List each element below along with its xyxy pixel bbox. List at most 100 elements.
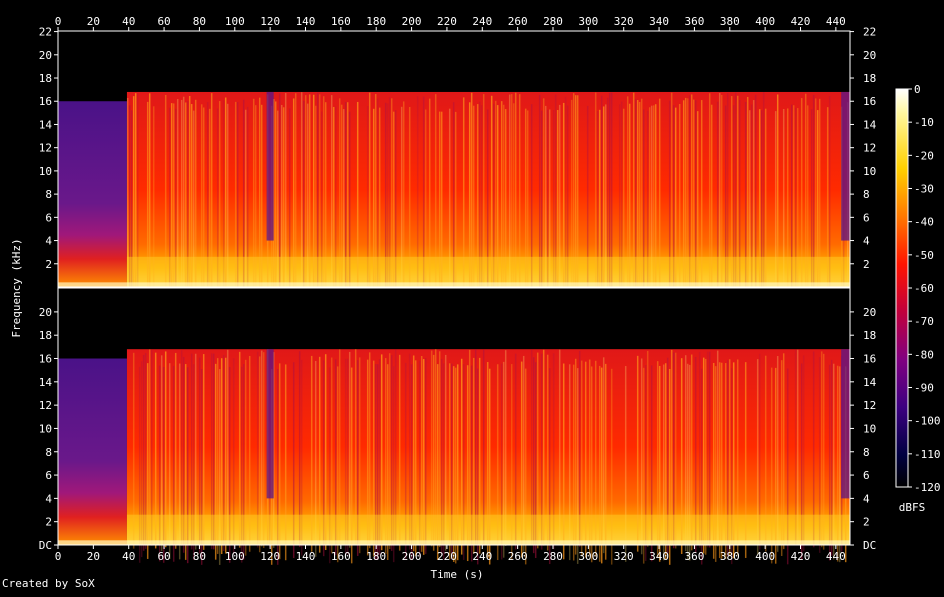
y-tick-label-right: 14	[863, 118, 877, 131]
quiet-dip	[266, 349, 274, 499]
y-tick-label-right: 12	[863, 142, 876, 155]
y-tick-label-right: 22	[863, 26, 876, 39]
y-tick-label-left: 10	[39, 422, 52, 435]
channel-panel-1	[57, 30, 851, 307]
x-tick-label-top: 280	[543, 15, 563, 28]
colorbar-tick-label: -30	[914, 183, 934, 196]
y-tick-label-left: 2	[45, 258, 52, 271]
x-axis-label: Time (s)	[431, 568, 484, 581]
colorbar-tick-label: -100	[914, 415, 941, 428]
x-tick-label-bottom: 100	[225, 550, 245, 563]
x-tick-label-bottom: 340	[649, 550, 669, 563]
x-tick-label-bottom: 300	[578, 550, 598, 563]
x-tick-label-bottom: 40	[122, 550, 135, 563]
x-tick-label-bottom: 400	[755, 550, 775, 563]
x-tick-label-bottom: 20	[87, 550, 100, 563]
x-tick-label-top: 340	[649, 15, 669, 28]
x-tick-label-bottom: 380	[720, 550, 740, 563]
colorbar-label: dBFS	[899, 501, 926, 514]
y-tick-label-left: 12	[39, 142, 52, 155]
x-tick-label-bottom: 280	[543, 550, 563, 563]
x-tick-label-top: 160	[331, 15, 351, 28]
y-tick-label-left: 14	[39, 376, 53, 389]
x-tick-label-top: 140	[296, 15, 316, 28]
x-tick-label-bottom: 200	[402, 550, 422, 563]
x-tick-label-top: 220	[437, 15, 457, 28]
energy-band-1	[58, 101, 127, 288]
y-tick-label-right: 14	[863, 376, 877, 389]
y-tick-label-left: 8	[45, 188, 52, 201]
x-tick-label-top: 300	[578, 15, 598, 28]
x-tick-label-bottom: 220	[437, 550, 457, 563]
y-tick-label-right: 18	[863, 329, 876, 342]
y-tick-label-right: 12	[863, 399, 876, 412]
colorbar-tick-label: -80	[914, 348, 934, 361]
x-tick-label-top: 40	[122, 15, 135, 28]
y-tick-label-right: DC	[863, 539, 876, 552]
x-tick-label-top: 20	[87, 15, 100, 28]
y-tick-label-right: 6	[863, 469, 870, 482]
y-tick-label-right: 16	[863, 95, 876, 108]
quiet-dip	[841, 349, 850, 499]
credit-text: Created by SoX	[2, 577, 95, 590]
spectrogram-svg: 0020204040606080801001001201201401401601…	[10, 15, 941, 581]
y-tick-label-left: 16	[39, 353, 52, 366]
x-tick-label-bottom: 260	[508, 550, 528, 563]
colorbar-tick-label: -110	[914, 448, 941, 461]
x-tick-label-top: 360	[684, 15, 704, 28]
y-tick-label-right: 8	[863, 188, 870, 201]
x-tick-label-bottom: 60	[157, 550, 170, 563]
y-tick-label-left: 20	[39, 49, 52, 62]
y-tick-label-left: 18	[39, 72, 52, 85]
colorbar-tick-label: -20	[914, 149, 934, 162]
x-tick-label-bottom: 120	[260, 550, 280, 563]
colorbar-tick-label: -120	[914, 481, 941, 494]
x-tick-label-top: 240	[472, 15, 492, 28]
spectrogram-chart: 0 0 20 20 40 40 60 60 80 80 100 100 120 120 140 140 160 1…	[0, 0, 944, 593]
x-tick-label-bottom: 140	[296, 550, 316, 563]
y-tick-label-right: 6	[863, 211, 870, 224]
y-tick-label-right: 10	[863, 165, 876, 178]
y-tick-label-right: 4	[863, 492, 870, 505]
y-axis-label: Frequency (kHz)	[10, 238, 23, 337]
channel-panel-2	[57, 287, 851, 565]
colorbar-gradient	[895, 88, 909, 488]
y-tick-label-left: 20	[39, 306, 52, 319]
x-tick-label-bottom: 0	[55, 550, 62, 563]
colorbar-tick-label: -70	[914, 315, 934, 328]
y-tick-label-left: 22	[39, 26, 52, 39]
x-tick-label-bottom: 420	[791, 550, 811, 563]
y-tick-label-right: 20	[863, 306, 876, 319]
colorbar-tick-label: 0	[914, 83, 921, 96]
y-tick-label-right: 4	[863, 235, 870, 248]
x-tick-label-top: 440	[826, 15, 846, 28]
y-tick-label-right: 2	[863, 258, 870, 271]
colorbar-tick-label: -50	[914, 249, 934, 262]
x-tick-label-top: 60	[157, 15, 170, 28]
y-tick-label-right: 2	[863, 516, 870, 529]
quiet-dip	[841, 91, 850, 241]
dc-band	[58, 282, 850, 287]
y-tick-label-right: 8	[863, 446, 870, 459]
x-tick-label-top: 320	[614, 15, 634, 28]
colorbar-tick-label: -10	[914, 116, 934, 129]
y-tick-label-left: 10	[39, 165, 52, 178]
y-tick-label-left: 8	[45, 446, 52, 459]
y-tick-label-left: 4	[45, 235, 52, 248]
x-tick-label-bottom: 240	[472, 550, 492, 563]
colorbar-tick-label: -40	[914, 216, 934, 229]
y-tick-label-left: 14	[39, 118, 53, 131]
x-tick-label-bottom: 160	[331, 550, 351, 563]
y-tick-label-right: 20	[863, 49, 876, 62]
quiet-dip	[266, 91, 274, 241]
x-tick-label-bottom: 80	[193, 550, 206, 563]
x-tick-label-top: 100	[225, 15, 245, 28]
x-tick-label-top: 200	[402, 15, 422, 28]
y-tick-label-left: 18	[39, 329, 52, 342]
x-tick-label-top: 380	[720, 15, 740, 28]
x-tick-label-bottom: 360	[684, 550, 704, 563]
y-tick-label-left: 6	[45, 469, 52, 482]
y-tick-label-right: 16	[863, 353, 876, 366]
y-tick-label-left: DC	[39, 539, 52, 552]
y-tick-label-left: 2	[45, 516, 52, 529]
